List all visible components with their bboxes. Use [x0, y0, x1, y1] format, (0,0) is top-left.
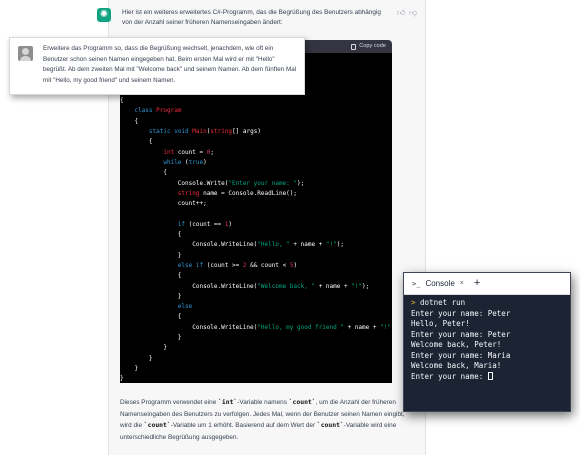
code-line: }	[120, 344, 167, 352]
code-block[interactable]: { class Program { static void Main(strin…	[120, 53, 392, 383]
explanation-segment: -Variable um 1 erhöht. Basierend auf dem…	[170, 422, 317, 429]
code-line: }	[120, 375, 124, 383]
explanation-segment: -Variable namens	[237, 399, 289, 406]
copy-code-button[interactable]: Copy code	[351, 42, 386, 51]
code-line: }	[120, 364, 139, 372]
tab-console[interactable]: >_ Console ×	[412, 279, 464, 288]
code-line: {	[120, 313, 182, 321]
tab-console-label: Console	[425, 279, 455, 288]
code-line: else	[177, 303, 193, 311]
code-line: if (count == 1)	[177, 220, 233, 228]
explanation-segment: Dieses Programm verwendet eine	[120, 399, 219, 406]
code-line: {	[120, 169, 167, 177]
code-line: }	[120, 292, 182, 300]
console-line: Welcome back, Maria!	[411, 361, 502, 370]
code-line: else if (count >= 2 && count < 5)	[177, 261, 298, 269]
openai-logo-icon: ✺	[97, 8, 111, 22]
thumbs-up-icon[interactable]: 👍︎	[397, 9, 405, 17]
code-line: {	[120, 272, 182, 280]
inline-code: `int`	[218, 398, 238, 406]
inline-code: `count`	[316, 421, 344, 429]
code-line: {	[120, 117, 139, 125]
console-command: dotnet run	[420, 298, 466, 307]
code-line: class Program	[134, 107, 182, 115]
console-tab-bar: >_ Console × +	[404, 273, 570, 295]
inline-code: `count`	[288, 398, 316, 406]
terminal-icon: >_	[412, 279, 421, 288]
code-line: int count = 0;	[163, 148, 214, 156]
console-line: Enter your name: Maria	[411, 350, 511, 360]
inline-code: `count`	[143, 421, 171, 429]
clipboard-icon	[351, 43, 357, 50]
console-line: Enter your name: Peter	[411, 308, 511, 318]
close-icon[interactable]: ×	[460, 280, 464, 287]
code-line: {	[120, 138, 153, 146]
code-line: {	[120, 231, 182, 239]
console-window[interactable]: >_ Console × + > dotnet run Enter your n…	[403, 272, 571, 412]
code-line: string name = Console.ReadLine();	[177, 189, 298, 197]
user-prompt-text: Erweitere das Programm so, dass die Begr…	[43, 45, 297, 84]
code-line: count++;	[120, 200, 207, 208]
text-cursor	[487, 371, 493, 380]
assistant-explanation-text: Dieses Programm verwendet eine `int`-Var…	[120, 397, 410, 443]
prompt-arrow-icon: >	[411, 298, 421, 307]
console-line: Hello, Peter!	[411, 319, 470, 328]
console-line: Enter your name: Peter	[411, 329, 511, 339]
code-line: }	[120, 251, 182, 259]
code-line: {	[120, 97, 124, 105]
console-output[interactable]: > dotnet run Enter your name: Peter Hell…	[404, 295, 570, 382]
code-line: }	[120, 354, 153, 362]
console-line: Welcome back, Peter!	[411, 340, 502, 349]
copy-code-label: Copy code	[359, 43, 386, 49]
user-prompt-card: Erweitere das Programm so, dass die Begr…	[9, 37, 305, 95]
console-line: Enter your name:	[411, 371, 488, 381]
user-avatar-icon	[18, 46, 33, 61]
code-line: Console.WriteLine("Welcome back, " + nam…	[120, 282, 370, 290]
assistant-intro-text: Hier ist ein weiteres erweitertes C#-Pro…	[122, 9, 381, 26]
code-line: Console.Write("Enter your name: ");	[120, 179, 305, 187]
code-line: while (true)	[163, 158, 207, 166]
code-line: static void Main(string[] args)	[148, 128, 261, 136]
thumbs-down-icon[interactable]: 👎︎	[409, 9, 417, 17]
add-tab-button[interactable]: +	[474, 278, 480, 289]
code-line: Console.WriteLine("Hello, " + name + "!"…	[120, 241, 344, 249]
code-line: Console.WriteLine("Hello, my good friend…	[120, 323, 392, 331]
code-line: }	[120, 334, 182, 342]
